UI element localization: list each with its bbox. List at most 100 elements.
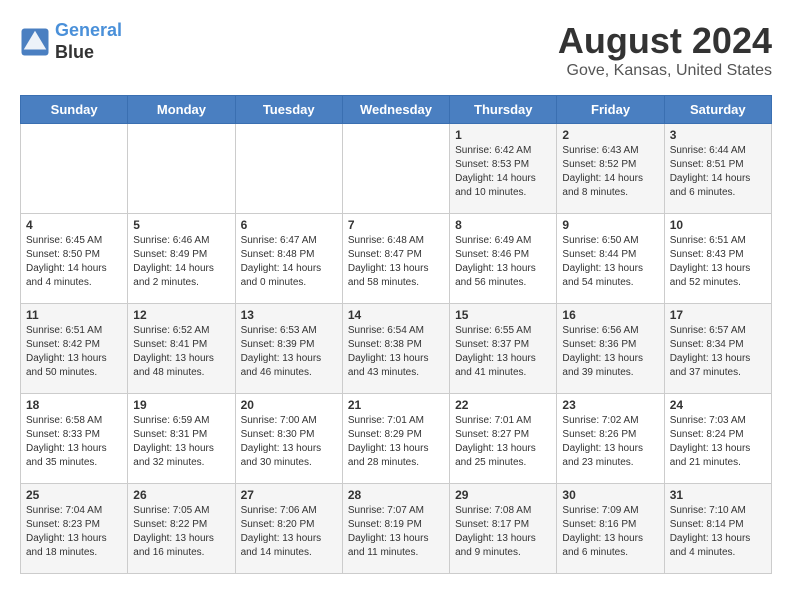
day-number: 7 [348,218,444,232]
header-day-wednesday: Wednesday [342,96,449,124]
calendar-cell: 18 Sunrise: 6:58 AM Sunset: 8:33 PM Dayli… [21,394,128,484]
calendar-cell: 28 Sunrise: 7:07 AM Sunset: 8:19 PM Dayli… [342,484,449,574]
day-content: Sunrise: 6:58 AM Sunset: 8:33 PM Dayligh… [26,414,122,470]
day-number: 18 [26,398,122,412]
calendar-cell [21,124,128,214]
calendar-cell: 24 Sunrise: 7:03 AM Sunset: 8:24 PM Dayli… [664,394,771,484]
day-number: 30 [562,488,658,502]
day-number: 14 [348,308,444,322]
calendar-cell [235,124,342,214]
day-content: Sunrise: 7:09 AM Sunset: 8:16 PM Dayligh… [562,504,658,560]
logo: General Blue [20,20,122,63]
day-number: 12 [133,308,229,322]
header-day-friday: Friday [557,96,664,124]
day-content: Sunrise: 6:46 AM Sunset: 8:49 PM Dayligh… [133,234,229,290]
day-number: 29 [455,488,551,502]
calendar-week-2: 4 Sunrise: 6:45 AM Sunset: 8:50 PM Daylig… [21,214,772,304]
day-number: 13 [241,308,337,322]
header-day-sunday: Sunday [21,96,128,124]
day-content: Sunrise: 7:01 AM Sunset: 8:27 PM Dayligh… [455,414,551,470]
day-number: 28 [348,488,444,502]
day-content: Sunrise: 7:00 AM Sunset: 8:30 PM Dayligh… [241,414,337,470]
calendar-week-3: 11 Sunrise: 6:51 AM Sunset: 8:42 PM Dayli… [21,304,772,394]
page-header: General Blue August 2024 Gove, Kansas, U… [20,20,772,80]
calendar-cell: 1 Sunrise: 6:42 AM Sunset: 8:53 PM Daylig… [450,124,557,214]
calendar-cell: 4 Sunrise: 6:45 AM Sunset: 8:50 PM Daylig… [21,214,128,304]
logo-text: General Blue [55,20,122,63]
header-day-tuesday: Tuesday [235,96,342,124]
day-number: 1 [455,128,551,142]
calendar-cell: 21Sunrise: 7:01 AM Sunset: 8:29 PM Dayli… [342,394,449,484]
day-number: 3 [670,128,766,142]
month-year-title: August 2024 [558,20,772,62]
day-content: Sunrise: 6:50 AM Sunset: 8:44 PM Dayligh… [562,234,658,290]
calendar-cell: 6 Sunrise: 6:47 AM Sunset: 8:48 PM Daylig… [235,214,342,304]
calendar-week-5: 25 Sunrise: 7:04 AM Sunset: 8:23 PM Dayli… [21,484,772,574]
calendar-cell: 15 Sunrise: 6:55 AM Sunset: 8:37 PM Dayli… [450,304,557,394]
calendar-cell [128,124,235,214]
day-number: 11 [26,308,122,322]
day-number: 17 [670,308,766,322]
title-block: August 2024 Gove, Kansas, United States [558,20,772,80]
calendar-cell: 2Sunrise: 6:43 AM Sunset: 8:52 PM Daylig… [557,124,664,214]
day-content: Sunrise: 7:10 AM Sunset: 8:14 PM Dayligh… [670,504,766,560]
day-content: Sunrise: 6:51 AM Sunset: 8:42 PM Dayligh… [26,324,122,380]
day-content: Sunrise: 7:07 AM Sunset: 8:19 PM Dayligh… [348,504,444,560]
day-number: 20 [241,398,337,412]
day-content: Sunrise: 6:51 AM Sunset: 8:43 PM Dayligh… [670,234,766,290]
day-content: Sunrise: 7:04 AM Sunset: 8:23 PM Dayligh… [26,504,122,560]
calendar-cell: 7Sunrise: 6:48 AM Sunset: 8:47 PM Daylig… [342,214,449,304]
logo-icon [20,27,50,57]
day-number: 4 [26,218,122,232]
day-number: 22 [455,398,551,412]
day-content: Sunrise: 6:45 AM Sunset: 8:50 PM Dayligh… [26,234,122,290]
calendar-cell: 14Sunrise: 6:54 AM Sunset: 8:38 PM Dayli… [342,304,449,394]
calendar-cell: 23Sunrise: 7:02 AM Sunset: 8:26 PM Dayli… [557,394,664,484]
calendar-cell: 8Sunrise: 6:49 AM Sunset: 8:46 PM Daylig… [450,214,557,304]
calendar-cell: 9Sunrise: 6:50 AM Sunset: 8:44 PM Daylig… [557,214,664,304]
calendar-header: SundayMondayTuesdayWednesdayThursdayFrid… [21,96,772,124]
day-content: Sunrise: 7:03 AM Sunset: 8:24 PM Dayligh… [670,414,766,470]
day-number: 26 [133,488,229,502]
day-content: Sunrise: 6:47 AM Sunset: 8:48 PM Dayligh… [241,234,337,290]
day-content: Sunrise: 6:59 AM Sunset: 8:31 PM Dayligh… [133,414,229,470]
calendar-cell [342,124,449,214]
day-content: Sunrise: 6:52 AM Sunset: 8:41 PM Dayligh… [133,324,229,380]
calendar-cell: 26 Sunrise: 7:05 AM Sunset: 8:22 PM Dayli… [128,484,235,574]
day-content: Sunrise: 6:42 AM Sunset: 8:53 PM Dayligh… [455,144,551,200]
calendar-cell: 5 Sunrise: 6:46 AM Sunset: 8:49 PM Daylig… [128,214,235,304]
header-day-monday: Monday [128,96,235,124]
day-number: 5 [133,218,229,232]
day-number: 24 [670,398,766,412]
calendar-week-1: 1 Sunrise: 6:42 AM Sunset: 8:53 PM Daylig… [21,124,772,214]
day-content: Sunrise: 7:05 AM Sunset: 8:22 PM Dayligh… [133,504,229,560]
calendar-cell: 19Sunrise: 6:59 AM Sunset: 8:31 PM Dayli… [128,394,235,484]
day-number: 16 [562,308,658,322]
day-content: Sunrise: 6:56 AM Sunset: 8:36 PM Dayligh… [562,324,658,380]
day-content: Sunrise: 6:57 AM Sunset: 8:34 PM Dayligh… [670,324,766,380]
calendar-cell: 29 Sunrise: 7:08 AM Sunset: 8:17 PM Dayli… [450,484,557,574]
day-content: Sunrise: 7:01 AM Sunset: 8:29 PM Dayligh… [348,414,444,470]
calendar-cell: 31Sunrise: 7:10 AM Sunset: 8:14 PM Dayli… [664,484,771,574]
calendar-cell: 11 Sunrise: 6:51 AM Sunset: 8:42 PM Dayli… [21,304,128,394]
header-day-thursday: Thursday [450,96,557,124]
calendar-cell: 25 Sunrise: 7:04 AM Sunset: 8:23 PM Dayli… [21,484,128,574]
day-number: 10 [670,218,766,232]
day-content: Sunrise: 6:53 AM Sunset: 8:39 PM Dayligh… [241,324,337,380]
day-number: 6 [241,218,337,232]
day-content: Sunrise: 7:08 AM Sunset: 8:17 PM Dayligh… [455,504,551,560]
calendar-cell: 22 Sunrise: 7:01 AM Sunset: 8:27 PM Dayli… [450,394,557,484]
day-content: Sunrise: 7:02 AM Sunset: 8:26 PM Dayligh… [562,414,658,470]
day-content: Sunrise: 6:55 AM Sunset: 8:37 PM Dayligh… [455,324,551,380]
day-number: 25 [26,488,122,502]
location-subtitle: Gove, Kansas, United States [558,62,772,80]
calendar-body: 1 Sunrise: 6:42 AM Sunset: 8:53 PM Daylig… [21,124,772,574]
calendar-cell: 16 Sunrise: 6:56 AM Sunset: 8:36 PM Dayli… [557,304,664,394]
calendar-week-4: 18 Sunrise: 6:58 AM Sunset: 8:33 PM Dayli… [21,394,772,484]
calendar-cell: 3Sunrise: 6:44 AM Sunset: 8:51 PM Daylig… [664,124,771,214]
day-content: Sunrise: 6:49 AM Sunset: 8:46 PM Dayligh… [455,234,551,290]
day-number: 15 [455,308,551,322]
day-content: Sunrise: 6:43 AM Sunset: 8:52 PM Dayligh… [562,144,658,200]
calendar-table: SundayMondayTuesdayWednesdayThursdayFrid… [20,95,772,574]
calendar-cell: 10 Sunrise: 6:51 AM Sunset: 8:43 PM Dayli… [664,214,771,304]
